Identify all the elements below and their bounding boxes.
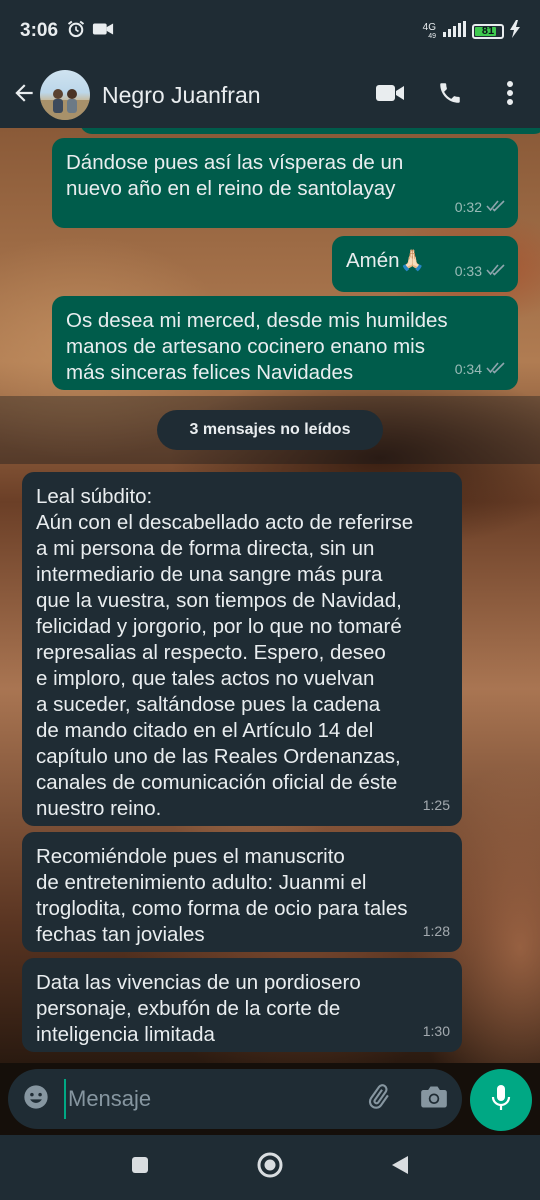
battery-percent: 81 — [481, 25, 495, 37]
message-time: 1:28 — [422, 923, 450, 939]
message-text: Recomiéndole pues el manuscrito de entre… — [36, 845, 408, 946]
read-ticks-icon — [486, 356, 506, 382]
voice-call-button[interactable] — [420, 62, 480, 128]
message-bubble-incoming[interactable]: Leal súbdito: Aún con el descabellado ac… — [22, 472, 462, 826]
message-input[interactable] — [64, 1079, 344, 1119]
message-bubble-outgoing[interactable]: Dándose pues así las vísperas de un nuev… — [52, 138, 518, 228]
video-recording-icon — [92, 21, 114, 42]
message-time: 1:25 — [422, 797, 450, 813]
attach-icon — [364, 1083, 392, 1116]
message-text: Data las vivencias de un pordiosero pers… — [36, 971, 361, 1046]
contact-name[interactable]: Negro Juanfran — [102, 82, 261, 109]
message-input-container[interactable] — [8, 1069, 462, 1129]
message-bubble-outgoing[interactable]: Amén🙏🏻 0:33 — [332, 236, 518, 292]
back-button[interactable] — [6, 62, 42, 128]
recents-button[interactable] — [120, 1148, 160, 1188]
back-arrow-icon — [11, 80, 37, 111]
attach-button[interactable] — [350, 1069, 406, 1129]
camera-icon — [420, 1084, 448, 1115]
message-text: Dándose pues así las vísperas de un nuev… — [66, 151, 404, 200]
battery-indicator: 81 — [472, 23, 504, 39]
read-ticks-icon — [486, 194, 506, 220]
more-vert-icon — [506, 80, 514, 111]
home-button[interactable] — [250, 1148, 290, 1188]
status-time: 3:06 — [20, 20, 59, 41]
avatar[interactable] — [40, 70, 90, 120]
chat-area[interactable]: Dándose pues así las vísperas de un nuev… — [0, 128, 540, 1063]
circle-icon — [256, 1151, 284, 1184]
mic-icon — [489, 1083, 513, 1118]
voice-message-button[interactable] — [470, 1069, 532, 1131]
read-ticks-icon — [486, 258, 506, 284]
back-nav-button[interactable] — [380, 1148, 420, 1188]
message-time: 1:30 — [422, 1023, 450, 1039]
emoji-icon — [22, 1083, 50, 1116]
message-bubble-outgoing[interactable]: Os desea mi merced, desde mis humildes m… — [52, 296, 518, 390]
chat-header: Negro Juanfran — [0, 62, 540, 128]
message-bubble-incoming[interactable]: Recomiéndole pues el manuscrito de entre… — [22, 832, 462, 952]
phone-icon — [437, 80, 463, 111]
camera-button[interactable] — [406, 1069, 462, 1129]
more-options-button[interactable] — [480, 62, 540, 128]
message-time: 0:34 — [454, 361, 482, 377]
message-text: Leal súbdito: Aún con el descabellado ac… — [36, 485, 414, 820]
message-bubble-incoming[interactable]: Data las vivencias de un pordiosero pers… — [22, 958, 462, 1052]
composer — [0, 1063, 540, 1135]
charging-icon — [510, 19, 520, 43]
status-bar: 3:06 4G 49 81 — [0, 0, 540, 62]
emoji-button[interactable] — [8, 1069, 64, 1129]
alarm-icon — [66, 19, 86, 44]
system-navigation-bar — [0, 1135, 540, 1200]
video-call-icon — [375, 82, 405, 109]
video-call-button[interactable] — [360, 62, 420, 128]
unread-messages-banner: 3 mensajes no leídos — [157, 410, 383, 450]
network-label: 4G 49 — [422, 21, 436, 40]
message-time: 0:32 — [454, 199, 482, 215]
triangle-icon — [390, 1154, 410, 1181]
message-text: Os desea mi merced, desde mis humildes m… — [66, 309, 448, 384]
square-icon — [130, 1155, 150, 1180]
message-time: 0:33 — [454, 263, 482, 279]
previous-message-bubble — [80, 128, 540, 134]
signal-icon — [442, 20, 466, 42]
